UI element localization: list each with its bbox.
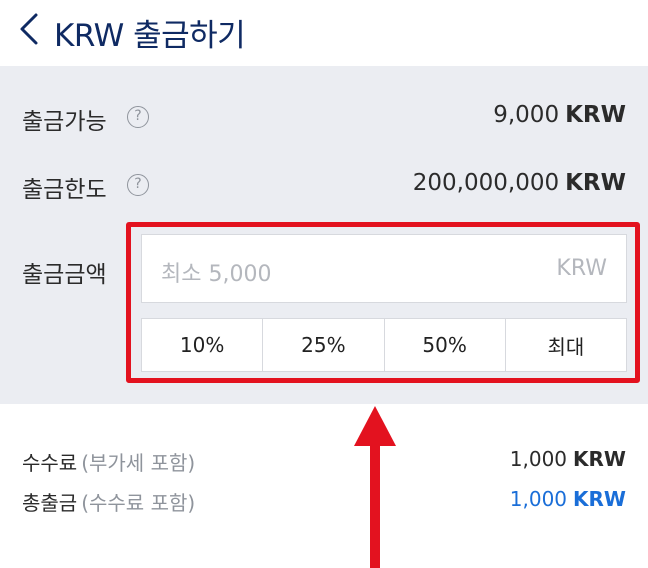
fee-amount: 1,000	[509, 447, 568, 471]
amount-unit: KRW	[556, 256, 607, 281]
total-label: 총출금 (수수료 포함)	[22, 487, 195, 516]
fee-unit: KRW	[573, 447, 626, 471]
help-icon[interactable]: ?	[127, 174, 149, 196]
fee-label-sub: (부가세 포함)	[81, 451, 196, 475]
header: KRW 출금하기	[0, 0, 648, 66]
help-icon[interactable]: ?	[127, 106, 149, 128]
amount-placeholder: 최소 5,000	[161, 262, 272, 287]
pct-50-button[interactable]: 50%	[385, 319, 506, 371]
limit-label: 출금한도	[22, 177, 107, 203]
limit-amount: 200,000,000	[412, 170, 560, 196]
limit-value: 200,000,000 KRW	[413, 170, 626, 196]
limit-unit: KRW	[565, 170, 626, 196]
available-amount: 9,000	[493, 102, 560, 128]
page-title: KRW 출금하기	[54, 18, 246, 54]
fee-label: 수수료 (부가세 포함)	[22, 447, 195, 476]
max-button[interactable]: 최대	[506, 319, 626, 371]
pct-25-button[interactable]: 25%	[263, 319, 385, 371]
fee-label-text: 수수료	[22, 451, 78, 475]
available-unit: KRW	[565, 102, 626, 128]
amount-input[interactable]: 최소 5,000 KRW	[141, 234, 627, 303]
available-value: 9,000 KRW	[493, 102, 626, 128]
arrow-up-icon	[350, 404, 400, 568]
fee-value: 1,000 KRW	[510, 447, 626, 471]
amount-label: 출금금액	[22, 262, 107, 288]
available-label: 출금가능	[22, 109, 107, 135]
total-unit: KRW	[573, 487, 626, 511]
quick-amount-buttons: 10% 25% 50% 최대	[141, 318, 627, 372]
total-label-sub: (수수료 포함)	[81, 491, 196, 515]
chevron-left-icon[interactable]	[16, 12, 46, 46]
total-label-text: 총출금	[22, 491, 78, 515]
total-value: 1,000 KRW	[510, 487, 626, 511]
total-amount: 1,000	[509, 487, 568, 511]
pct-10-button[interactable]: 10%	[142, 319, 264, 371]
